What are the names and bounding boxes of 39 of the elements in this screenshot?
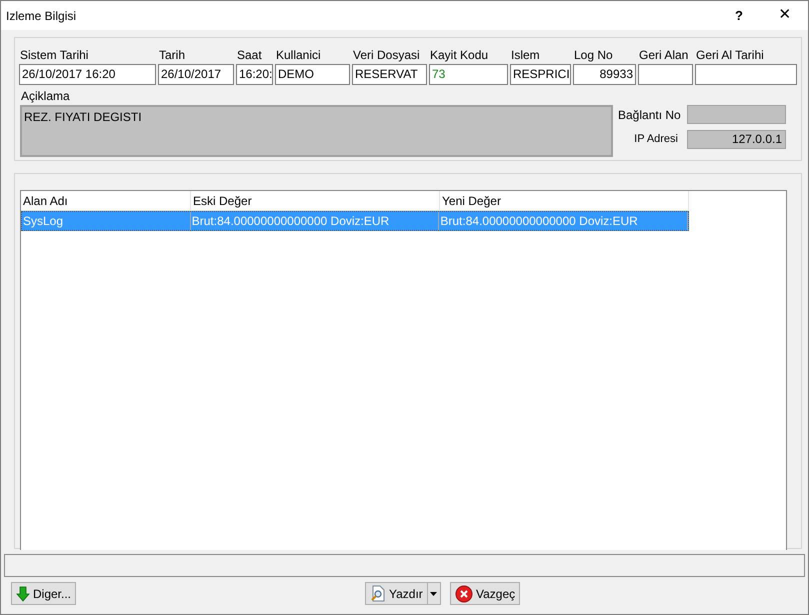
- input-field[interactable]: [695, 64, 797, 85]
- field-label: Tarih: [158, 47, 186, 64]
- table-cell: SysLog: [22, 212, 191, 230]
- table-cell: Brut:84.00000000000000 Doviz:EUR: [190, 212, 440, 230]
- table-cell: Brut:84.00000000000000 Doviz:EUR: [439, 212, 688, 230]
- cancel-icon: [455, 584, 473, 602]
- other-button[interactable]: Diger...: [11, 582, 76, 605]
- window-title: Izleme Bilgisi: [5, 8, 76, 24]
- print-button[interactable]: Yazdır: [365, 582, 428, 605]
- field-label: Geri Alan: [638, 47, 690, 64]
- description-field: REZ. FIYATI DEGISTI: [20, 105, 613, 157]
- field-label: Kayit Kodu: [429, 47, 490, 64]
- input-field[interactable]: 16:20:: [236, 64, 273, 85]
- field-label: Kullanici: [275, 47, 322, 64]
- dropdown-button[interactable]: [428, 582, 441, 605]
- field-label: Sistem Tarihi: [19, 47, 90, 64]
- cancel-button[interactable]: Vazgeç: [450, 582, 520, 605]
- caret-icon: [430, 592, 438, 596]
- arrow-down-icon: [16, 586, 30, 602]
- input-field[interactable]: 26/10/2017: [158, 64, 234, 85]
- field-label: Açiklama: [20, 88, 71, 105]
- input-field[interactable]: 73: [429, 64, 508, 85]
- field-label: Geri Al Tarihi: [695, 47, 765, 64]
- ip-field: 127.0.0.1: [687, 130, 786, 149]
- input-field[interactable]: RESERVAT: [352, 64, 427, 85]
- input-field[interactable]: 89933: [573, 64, 636, 85]
- field-label: Saat: [236, 47, 263, 64]
- field-label: IP Adresi: [633, 132, 679, 148]
- field-label: Bağlantı No: [618, 106, 682, 124]
- input-field[interactable]: RESPRICI: [510, 64, 571, 85]
- close-button[interactable]: ✕: [762, 1, 808, 30]
- field-label: Log No: [573, 47, 614, 64]
- help-button[interactable]: ?: [716, 1, 762, 30]
- input-field[interactable]: [638, 64, 693, 85]
- field-label: Islem: [510, 47, 541, 64]
- field-label: Veri Dosyasi: [352, 47, 421, 64]
- input-field[interactable]: DEMO: [275, 64, 350, 85]
- input-field[interactable]: 26/10/2017 16:20: [19, 64, 156, 85]
- document-search-icon: [370, 585, 386, 602]
